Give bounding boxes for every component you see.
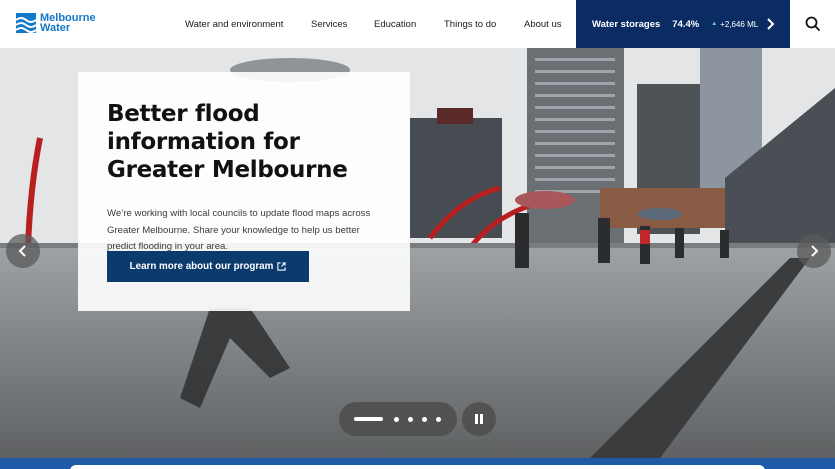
- carousel-pause-button[interactable]: [462, 402, 496, 436]
- water-storages-change: +2,646 ML: [720, 19, 759, 29]
- learn-more-label: Learn more about our program: [129, 261, 274, 272]
- carousel-next-button[interactable]: [797, 234, 831, 268]
- search-button[interactable]: [790, 0, 835, 48]
- carousel-dot-2[interactable]: [394, 416, 399, 422]
- hero-title: Better flood information for Greater Mel…: [107, 101, 348, 183]
- chevron-right-icon: [811, 245, 819, 257]
- water-storages-label: Water storages: [592, 18, 661, 30]
- carousel-prev-button[interactable]: [6, 234, 40, 268]
- hero-description: We’re working with local councils to upd…: [107, 208, 371, 252]
- bottom-card-edge: [70, 465, 765, 469]
- triangle-up-icon: ▲: [711, 21, 718, 27]
- logo-wordmark: Melbourne Water: [40, 13, 96, 34]
- hero-carousel: Better flood information for Greater Mel…: [0, 48, 835, 458]
- carousel-pagination: [339, 402, 457, 436]
- carousel-dot-4[interactable]: [422, 416, 427, 422]
- water-storages-percent: 74.4%: [672, 18, 700, 30]
- pause-icon: [475, 414, 483, 424]
- water-storages-button[interactable]: Water storages 74.4% ▲ +2,646 ML: [576, 0, 790, 48]
- nav-services[interactable]: Services: [311, 19, 347, 30]
- logo-link[interactable]: Melbourne Water: [16, 13, 96, 34]
- nav-things-to-do[interactable]: Things to do: [444, 19, 496, 30]
- wave-logo-icon: [16, 13, 36, 33]
- chevron-left-icon: [18, 245, 26, 257]
- hero-promo-card: Better flood information for Greater Mel…: [78, 72, 410, 311]
- carousel-dot-5[interactable]: [436, 416, 441, 422]
- carousel-dot-3[interactable]: [408, 416, 413, 422]
- nav-water-environment[interactable]: Water and environment: [185, 19, 283, 30]
- search-icon: [805, 16, 820, 32]
- logo-line2: Water: [40, 22, 71, 34]
- chevron-right-icon: [767, 18, 775, 30]
- nav-about-us[interactable]: About us: [524, 19, 562, 30]
- external-link-icon: [277, 262, 286, 271]
- carousel-dot-1[interactable]: [354, 417, 383, 421]
- learn-more-button[interactable]: Learn more about our program: [107, 251, 309, 282]
- nav-education[interactable]: Education: [374, 19, 416, 30]
- site-header: Melbourne Water Water and environment Se…: [0, 0, 835, 48]
